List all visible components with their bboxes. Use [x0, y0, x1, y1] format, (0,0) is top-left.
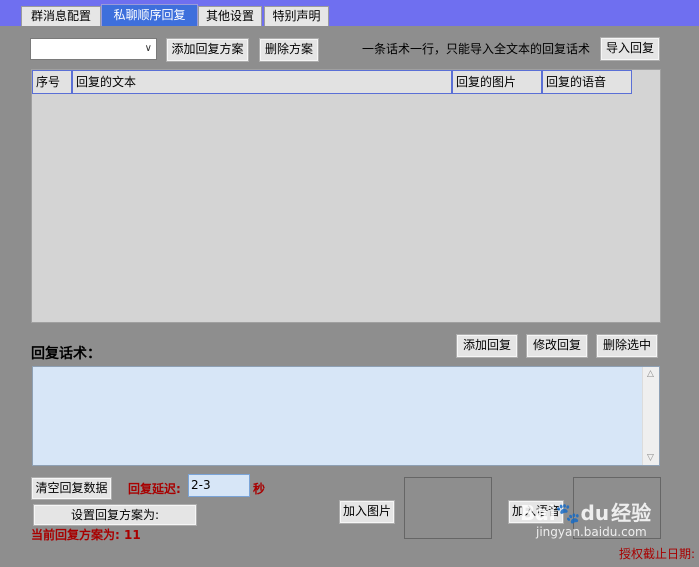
reply-delay-input[interactable]: 2-3: [188, 474, 250, 497]
add-scheme-button[interactable]: 添加回复方案: [166, 38, 249, 62]
import-reply-button[interactable]: 导入回复: [600, 37, 660, 61]
scroll-up-icon[interactable]: △: [647, 369, 654, 379]
watermark-logo: Bai🐾du 经验: [520, 497, 651, 526]
import-hint: 一条话术一行，只能导入全文本的回复话术: [362, 42, 591, 56]
column-header-index[interactable]: 序号: [32, 70, 72, 94]
tab-other-settings[interactable]: 其他设置: [198, 6, 262, 26]
set-reply-scheme-button[interactable]: 设置回复方案为:: [33, 504, 197, 526]
license-expiry-label: 授权截止日期:: [618, 547, 695, 561]
current-reply-scheme: 当前回复方案为: 11: [31, 528, 141, 542]
watermark-brand: Bai: [520, 501, 556, 525]
tab-private-sequential-reply[interactable]: 私聊顺序回复: [101, 4, 198, 26]
column-header-reply-voice[interactable]: 回复的语音: [542, 70, 632, 94]
column-header-reply-image[interactable]: 回复的图片: [452, 70, 542, 94]
add-reply-button[interactable]: 添加回复: [456, 334, 518, 358]
image-preview-box: [404, 477, 492, 539]
reply-table[interactable]: 序号 回复的文本 回复的图片 回复的语音: [31, 69, 661, 323]
tab-special-statement[interactable]: 特别声明: [264, 6, 329, 26]
watermark-product: 经验: [611, 501, 652, 525]
tab-group-message[interactable]: 群消息配置: [21, 6, 101, 26]
delay-unit-seconds: 秒: [253, 482, 266, 496]
scheme-select[interactable]: ∨: [30, 38, 157, 60]
watermark-site: jingyan.baidu.com: [536, 525, 647, 539]
delete-selected-button[interactable]: 删除选中: [596, 334, 658, 358]
clear-reply-data-button[interactable]: 清空回复数据: [31, 477, 112, 500]
chevron-down-icon: ∨: [144, 43, 152, 54]
edit-reply-button[interactable]: 修改回复: [526, 334, 588, 358]
reply-text-scrollbar[interactable]: △ ▽: [642, 367, 659, 465]
add-image-button[interactable]: 加入图片: [339, 500, 395, 524]
paw-icon: 🐾: [555, 501, 581, 525]
watermark-brand-2: du: [580, 501, 610, 525]
reply-delay-label: 回复延迟:: [128, 482, 181, 496]
column-header-reply-text[interactable]: 回复的文本: [72, 70, 452, 94]
reply-text-area[interactable]: △ ▽: [32, 366, 660, 466]
reply-script-label: 回复话术：: [31, 346, 101, 362]
delete-scheme-button[interactable]: 删除方案: [259, 38, 319, 62]
scroll-down-icon[interactable]: ▽: [647, 453, 654, 463]
